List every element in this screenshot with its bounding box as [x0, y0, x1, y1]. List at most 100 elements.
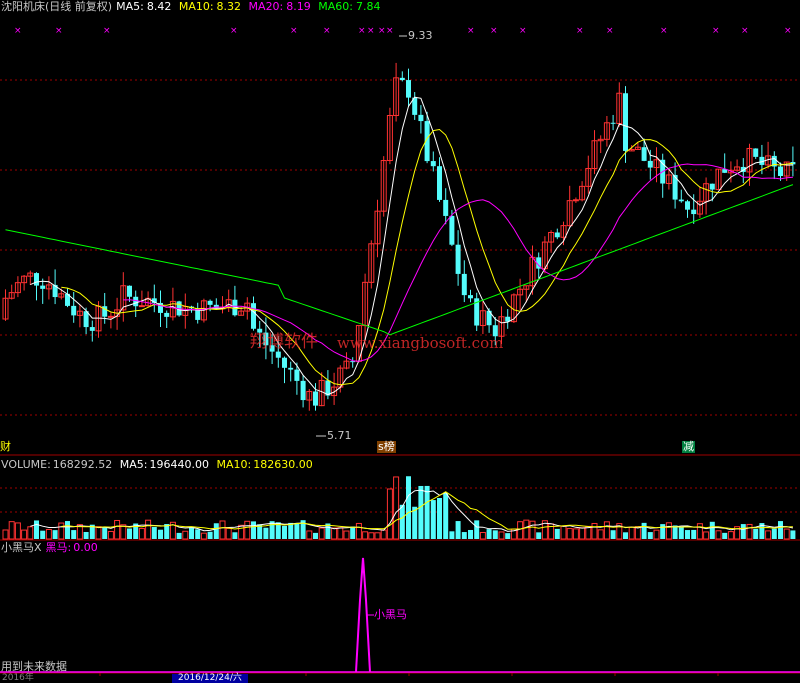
candle-body	[443, 199, 449, 216]
volume-bar	[585, 525, 592, 540]
ma60-label: MA60:	[318, 0, 353, 13]
indicator-name: 小黑马X	[1, 541, 42, 554]
ma10-label: MA10:	[178, 0, 214, 13]
volume-bar	[399, 504, 405, 539]
volume-bar	[560, 525, 567, 540]
volume-ma5-line	[30, 489, 794, 532]
volume-bar	[350, 526, 356, 539]
volume-header: VOLUME: 168292.52 MA5: 196440.00 MA10: 1826…	[1, 458, 317, 472]
candle-body	[40, 285, 46, 289]
volume-bar	[343, 530, 350, 540]
volume-bar	[182, 530, 189, 540]
candle-body	[207, 300, 213, 305]
top-signal-marker: ×	[467, 26, 475, 36]
volume-bar	[591, 522, 598, 540]
low-price-annotation: 5.71	[327, 429, 352, 442]
volume-bar	[412, 506, 418, 539]
candle-body	[313, 391, 318, 406]
top-signal-marker: ×	[230, 26, 238, 36]
candle-body	[89, 327, 95, 331]
volume-bar	[790, 530, 796, 539]
volume-bar	[225, 527, 232, 540]
top-signal-marker: ×	[367, 26, 375, 36]
volume-bar	[151, 527, 157, 539]
volume-bar	[492, 530, 498, 539]
candle-body	[778, 166, 783, 177]
watermark-url: www.xiangbosoft.com	[337, 334, 504, 352]
volume-bar	[740, 524, 746, 539]
volume-bar	[783, 528, 790, 540]
volume-bar	[486, 529, 492, 539]
volume-bar	[722, 532, 728, 539]
candle-body	[133, 296, 139, 307]
event-marker-reduction[interactable]: 减	[682, 441, 695, 453]
volume-bar	[158, 529, 163, 539]
volume-bar	[189, 526, 194, 539]
volume-bar	[207, 531, 213, 539]
volume-bar	[647, 532, 653, 539]
price-header: 沈阳机床(日线 前复权) MA5: 8.42 MA10: 8.32 MA20: 8.19…	[1, 0, 384, 14]
volume-bar	[65, 521, 70, 539]
candle-body	[691, 209, 697, 215]
high-price-annotation: 9.33	[408, 29, 433, 42]
volume-bar	[294, 523, 300, 539]
volume-bar	[628, 526, 635, 540]
top-signal-marker: ×	[103, 26, 111, 36]
volume-bar	[474, 520, 480, 539]
candle-body	[610, 122, 616, 124]
volume-bar	[95, 526, 102, 540]
volume-bar	[45, 528, 52, 540]
candle-body	[275, 351, 281, 358]
ma10-value: 8.32	[216, 0, 242, 13]
volume-bar	[288, 522, 294, 539]
volume-bar	[566, 528, 573, 540]
candle-body	[406, 80, 411, 98]
top-signal-marker: ×	[741, 26, 749, 36]
volume-bar	[107, 530, 114, 540]
volume-bar	[529, 520, 536, 540]
volume-bar	[685, 530, 690, 539]
ma5-label: MA5:	[116, 0, 144, 13]
candle-body	[71, 305, 77, 316]
volume-bar	[778, 521, 783, 539]
volume-bar	[660, 524, 666, 539]
top-signal-marker: ×	[660, 26, 668, 36]
volume-bar	[145, 519, 152, 540]
volume-bar	[498, 531, 505, 540]
ma20-label: MA20:	[248, 0, 284, 13]
volume-bar	[386, 488, 393, 540]
volume-bar	[517, 521, 524, 540]
event-marker-finance[interactable]: 财	[0, 441, 11, 453]
volume-bar	[455, 521, 461, 539]
volume-bar	[424, 485, 430, 539]
candle-body	[399, 77, 405, 81]
stock-chart-window[interactable]: × × × × × × × × × × × × × × × × × × × 沈阳机床(日线 前复权) MA5: 8.42…	[0, 0, 800, 683]
volume-bar	[572, 528, 579, 540]
volume-bar	[21, 529, 28, 540]
volume-bar	[443, 492, 449, 539]
indicator-header: 小黑马X 黑马: 0.00	[1, 541, 102, 555]
top-signal-marker: ×	[14, 26, 22, 36]
volume-bar	[213, 523, 219, 539]
candle-body	[107, 315, 114, 318]
volume-bar	[641, 522, 647, 539]
candle-body	[468, 295, 473, 299]
candle-body	[294, 369, 300, 381]
volume-bar	[437, 498, 442, 539]
volume-bar	[8, 521, 15, 540]
volume-bar	[52, 530, 58, 539]
event-marker-ranking[interactable]: s榜	[377, 441, 396, 453]
volume-bar	[374, 532, 381, 540]
volume-bar	[449, 531, 455, 539]
volume-bar	[765, 530, 772, 540]
volume-bar	[430, 500, 436, 539]
volume-bar	[282, 525, 287, 539]
volume-bar	[27, 526, 34, 540]
volume-bar	[58, 522, 65, 540]
candle-body	[641, 147, 647, 161]
volume-ma10-label: MA10:	[216, 458, 252, 471]
volume-bar	[127, 528, 132, 539]
top-signal-marker: ×	[386, 26, 394, 36]
top-signal-marker: ×	[358, 26, 366, 36]
future-data-warning: 用到未来数据	[1, 660, 67, 673]
